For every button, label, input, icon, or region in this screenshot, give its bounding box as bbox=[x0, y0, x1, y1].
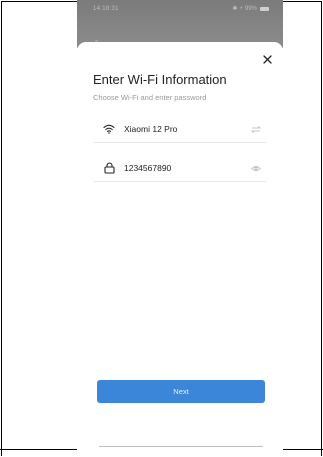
phone-screen: 14:18:31 ✱ ⚡ 99% Enter Wi-Fi Information… bbox=[77, 0, 283, 457]
wifi-info-sheet: Enter Wi-Fi Information Choose Wi-Fi and… bbox=[77, 42, 283, 457]
wifi-name: Xiaomi 12 Pro bbox=[124, 123, 178, 134]
password-field[interactable]: 1234567890 bbox=[94, 154, 266, 182]
wifi-icon bbox=[102, 122, 116, 136]
next-button[interactable]: Next bbox=[97, 380, 265, 403]
wifi-selector[interactable]: Xiaomi 12 Pro bbox=[94, 115, 266, 143]
status-indicators: ✱ ⚡ 99% bbox=[232, 5, 269, 12]
eye-icon[interactable] bbox=[250, 162, 262, 174]
close-icon bbox=[262, 54, 272, 64]
password-value: 1234567890 bbox=[124, 162, 172, 173]
page-title: Enter Wi-Fi Information bbox=[93, 72, 227, 87]
status-indicator-text: ✱ ⚡ 99% bbox=[232, 6, 257, 12]
close-button[interactable] bbox=[259, 51, 275, 67]
lock-icon bbox=[102, 161, 116, 175]
status-time: 14:18:31 bbox=[93, 6, 119, 12]
page-subtitle: Choose Wi-Fi and enter password bbox=[93, 93, 207, 102]
status-bar: 14:18:31 ✱ ⚡ 99% bbox=[77, 0, 283, 48]
battery-icon bbox=[260, 6, 269, 11]
switch-icon[interactable] bbox=[250, 123, 262, 135]
home-indicator bbox=[99, 446, 263, 447]
